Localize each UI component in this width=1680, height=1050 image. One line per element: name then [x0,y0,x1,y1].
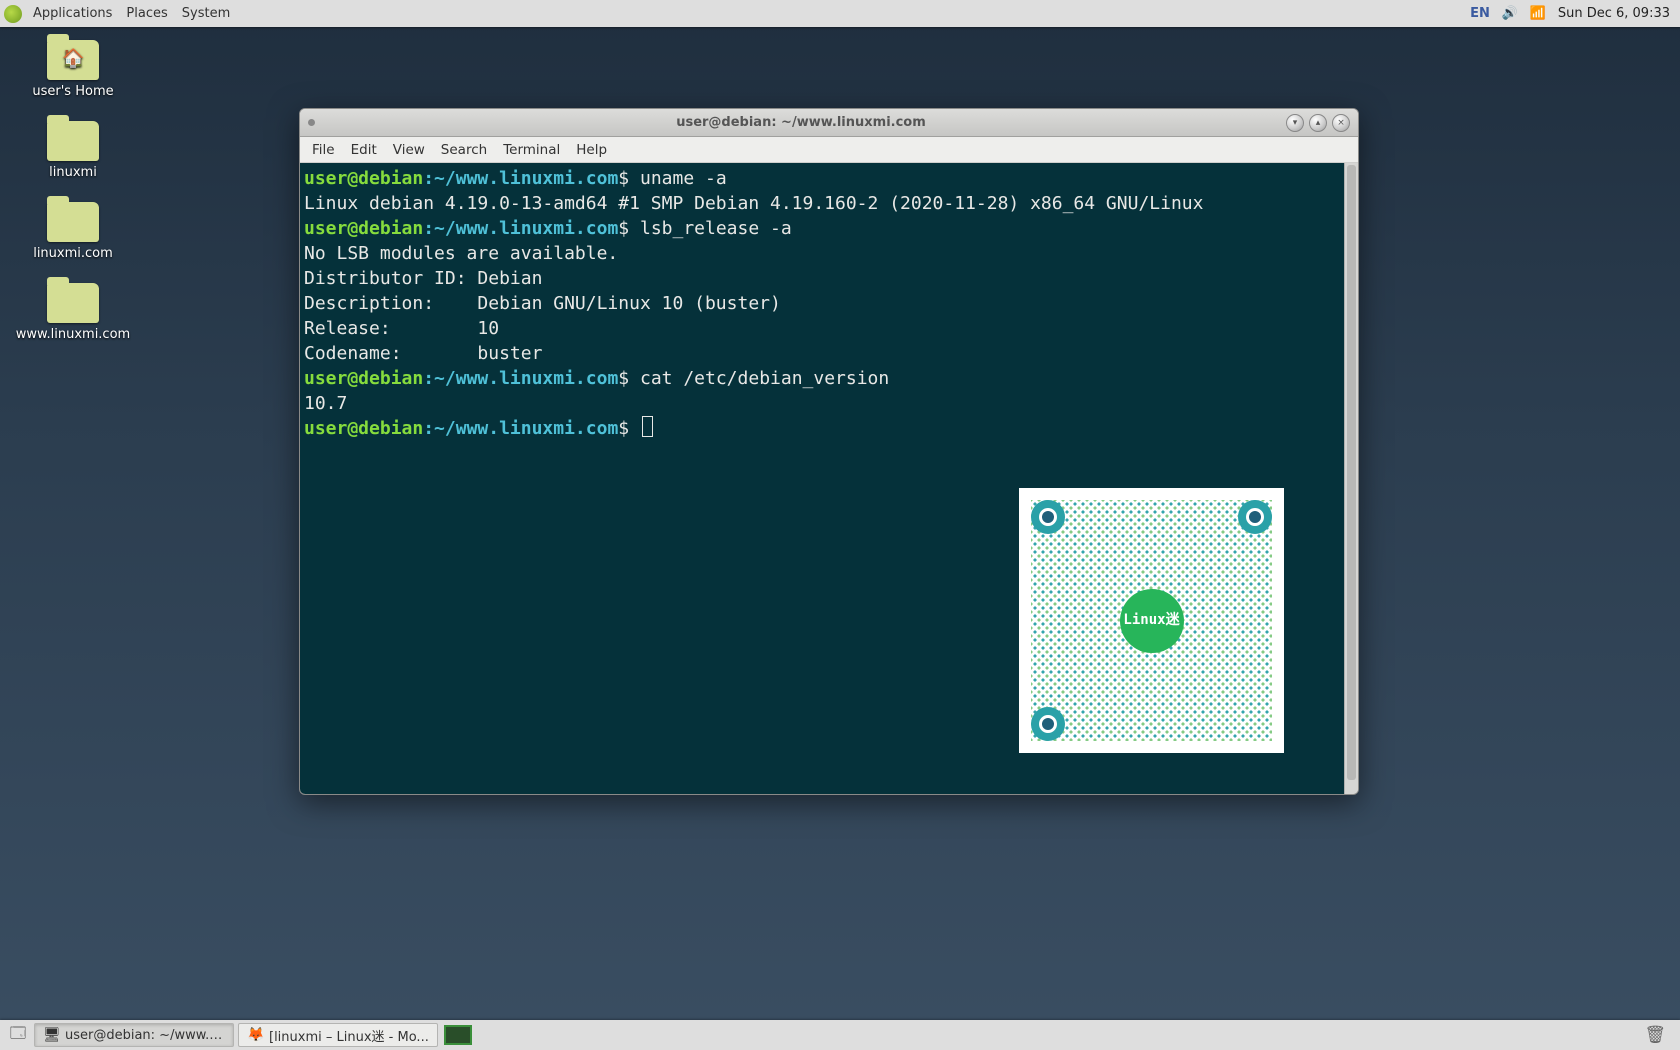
desktop-icon[interactable]: linuxmi [8,121,138,180]
bottom-panel: 🗔 🖥 user@debian: ~/www.l... 🦊 [linuxmi – Li… [0,1020,1680,1050]
top-menu-system[interactable]: System [175,0,237,27]
show-desktop-button[interactable]: 🗔 [7,1024,29,1046]
desktop-icon-label: linuxmi [8,165,138,180]
keyboard-layout-indicator[interactable]: EN [1464,0,1496,27]
terminal-scrollbar[interactable] [1344,163,1358,794]
titlebar[interactable]: user@debian: ~/www.linuxmi.com ▾ ▴ × [300,109,1358,137]
menu-edit[interactable]: Edit [343,137,385,163]
taskbar-item[interactable]: 🖥 user@debian: ~/www.l... [34,1023,234,1047]
terminal-window: user@debian: ~/www.linuxmi.com ▾ ▴ × Fil… [299,108,1359,795]
trash-icon[interactable]: 🗑 [1634,1025,1676,1045]
qr-code-overlay: Linux迷 [1019,488,1284,753]
workspace-switcher[interactable] [444,1025,472,1045]
desktop-icon-label: linuxmi.com [8,246,138,261]
top-menu-places[interactable]: Places [119,0,174,27]
task-label: user@debian: ~/www.l... [65,1028,225,1043]
folder-icon [47,121,99,161]
distro-logo-icon[interactable] [4,5,22,23]
maximize-button[interactable]: ▴ [1309,114,1327,132]
menu-search[interactable]: Search [433,137,495,163]
menu-terminal[interactable]: Terminal [495,137,568,163]
window-menu-icon[interactable] [308,119,315,126]
desktop-icon[interactable]: www.linuxmi.com [8,283,138,342]
menu-file[interactable]: File [304,137,343,163]
taskbar-item[interactable]: 🦊 [linuxmi – Linux迷 - Mo... [238,1023,438,1047]
top-menu-applications[interactable]: Applications [26,0,119,27]
top-panel: ApplicationsPlacesSystem EN Sun Dec 6, 0… [0,0,1680,27]
qr-center-label: Linux迷 [1120,589,1184,653]
clock[interactable]: Sun Dec 6, 09:33 [1552,6,1676,21]
task-icon: 🖥 [43,1027,59,1043]
desktop-icon-label: www.linuxmi.com [8,327,138,342]
minimize-button[interactable]: ▾ [1286,114,1304,132]
menu-view[interactable]: View [385,137,433,163]
folder-icon [47,40,99,80]
desktop-icons: user's Home linuxmi linuxmi.com www.linuxmi… [8,40,138,364]
terminal-viewport[interactable]: user@debian:~/www.linuxmi.com$ uname -a … [300,163,1344,794]
menu-help[interactable]: Help [568,137,615,163]
desktop-icon-label: user's Home [8,84,138,99]
folder-icon [47,202,99,242]
task-label: [linuxmi – Linux迷 - Mo... [269,1026,429,1045]
close-button[interactable]: × [1332,114,1350,132]
network-icon[interactable] [1524,0,1552,27]
task-icon: 🦊 [247,1027,263,1043]
window-title: user@debian: ~/www.linuxmi.com [321,115,1281,130]
terminal-menubar: FileEditViewSearchTerminalHelp [300,137,1358,163]
desktop-icon[interactable]: user's Home [8,40,138,99]
desktop-icon[interactable]: linuxmi.com [8,202,138,261]
volume-icon[interactable] [1496,0,1524,27]
terminal-cursor [642,416,653,437]
folder-icon [47,283,99,323]
